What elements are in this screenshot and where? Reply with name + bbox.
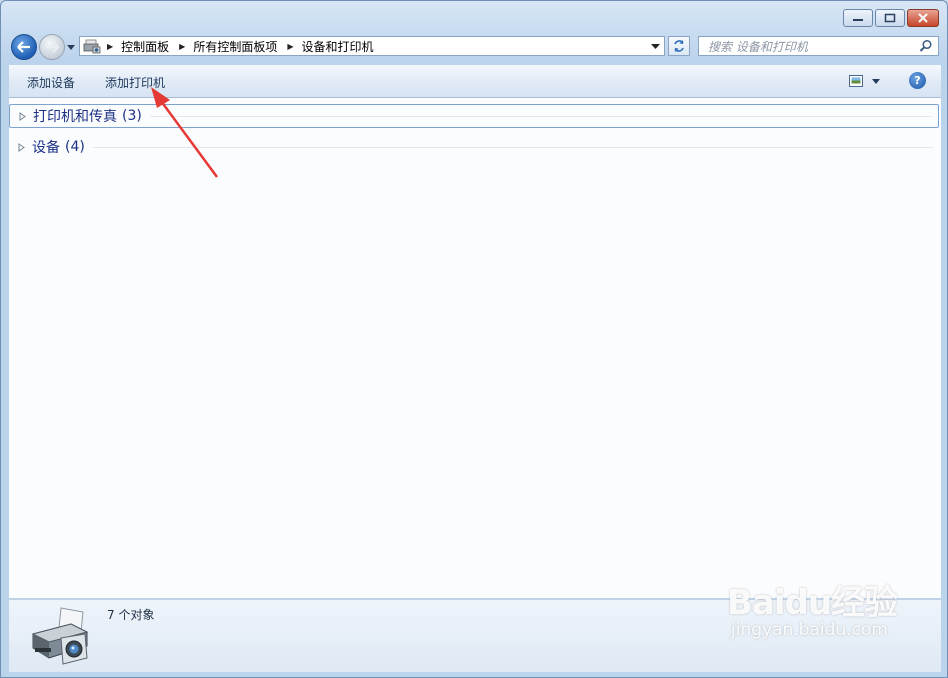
minimize-icon bbox=[853, 19, 863, 21]
breadcrumb-separator-icon[interactable]: ▶ bbox=[107, 42, 113, 51]
group-count: (3) bbox=[122, 108, 142, 124]
help-icon: ? bbox=[914, 74, 921, 87]
minimize-button[interactable] bbox=[843, 9, 873, 27]
breadcrumb-item[interactable]: 设备和打印机 bbox=[302, 38, 374, 55]
breadcrumb-separator-icon[interactable]: ▶ bbox=[287, 42, 293, 51]
arrow-left-icon bbox=[17, 41, 30, 53]
address-dropdown-icon[interactable] bbox=[651, 42, 660, 50]
refresh-icon bbox=[674, 40, 684, 52]
breadcrumb-item[interactable]: 所有控制面板项 bbox=[193, 38, 277, 55]
command-bar: 添加设备 添加打印机 ? bbox=[9, 65, 941, 98]
expand-triangle-icon[interactable] bbox=[18, 142, 25, 152]
back-button[interactable] bbox=[11, 34, 37, 60]
devices-list: 打印机和传真 (3) 设备 (4) bbox=[9, 98, 941, 598]
breadcrumb-separator-icon[interactable]: ▶ bbox=[179, 42, 185, 51]
help-button[interactable]: ? bbox=[909, 72, 926, 89]
add-printer-button[interactable]: 添加打印机 bbox=[105, 74, 165, 91]
expand-triangle-icon[interactable] bbox=[19, 111, 26, 121]
group-count: (4) bbox=[65, 139, 85, 155]
forward-button[interactable] bbox=[39, 34, 65, 60]
restore-icon bbox=[884, 13, 896, 23]
search-icon[interactable] bbox=[919, 39, 933, 53]
search-input[interactable]: 搜索 设备和打印机 bbox=[698, 36, 939, 56]
close-button[interactable] bbox=[907, 9, 939, 27]
maximize-button[interactable] bbox=[875, 9, 905, 27]
recent-pages-dropdown-icon[interactable] bbox=[67, 43, 75, 51]
group-label: 打印机和传真 bbox=[33, 109, 117, 125]
devices-printers-icon bbox=[83, 39, 101, 54]
group-divider bbox=[92, 146, 933, 148]
group-label: 设备 bbox=[32, 140, 60, 156]
group-printers-faxes[interactable]: 打印机和传真 (3) bbox=[9, 104, 939, 128]
window-controls bbox=[843, 9, 939, 27]
explorer-window: ▶ 控制面板 ▶ 所有控制面板项 ▶ 设备和打印机 搜索 设备和打印机 添加设备… bbox=[0, 0, 948, 678]
close-icon bbox=[918, 13, 928, 23]
devices-printers-large-icon bbox=[31, 607, 89, 665]
refresh-button[interactable] bbox=[668, 36, 690, 56]
group-devices[interactable]: 设备 (4) bbox=[9, 135, 939, 159]
add-device-button[interactable]: 添加设备 bbox=[27, 74, 75, 91]
arrow-right-icon bbox=[46, 41, 59, 53]
breadcrumb-item[interactable]: 控制面板 bbox=[121, 38, 169, 55]
details-pane: 7 个对象 bbox=[9, 599, 941, 672]
address-bar[interactable]: ▶ 控制面板 ▶ 所有控制面板项 ▶ 设备和打印机 bbox=[79, 36, 665, 56]
change-view-icon[interactable] bbox=[849, 74, 883, 88]
item-count-label: 7 个对象 bbox=[107, 608, 155, 622]
group-divider bbox=[149, 115, 932, 117]
search-placeholder: 搜索 设备和打印机 bbox=[708, 39, 808, 54]
